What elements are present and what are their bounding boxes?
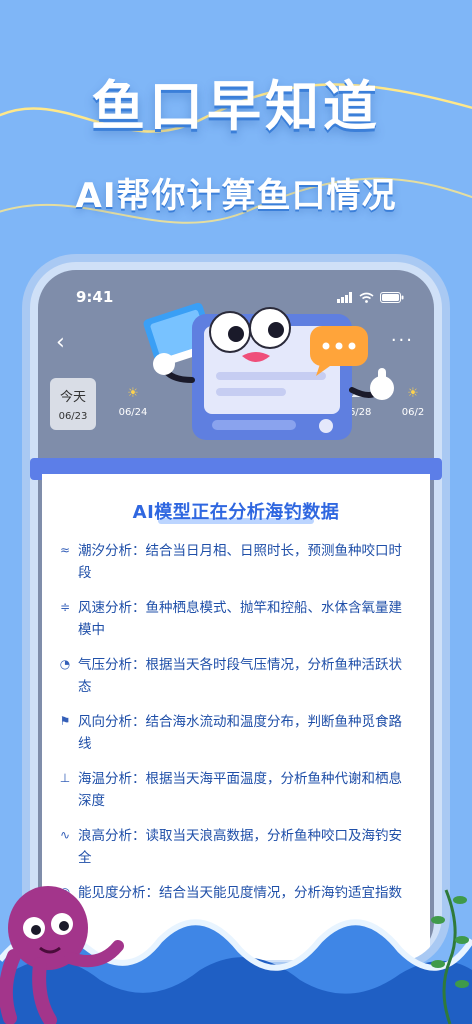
phone-mockup: 9:41 ‹ ··· 今天 06/23 ☀ 06/24 ☁ 06/28 ☀ 06…: [30, 262, 442, 962]
back-chevron-icon[interactable]: ‹: [56, 330, 65, 355]
wind-direction-icon: ⚑: [59, 714, 71, 728]
wave-icon: ∿: [59, 828, 71, 842]
item-text: 风速分析：鱼种栖息模式、抛竿和控船、水体含氧量建模中: [78, 600, 402, 638]
pressure-icon: ◔: [59, 657, 71, 671]
octopus-mascot: [0, 886, 124, 1024]
panel-title: AI模型正在分析海钓数据: [132, 502, 340, 523]
list-item: ≑ 风速分析：鱼种栖息模式、抛竿和控船、水体含氧量建模中: [58, 597, 414, 654]
item-text: 浪高分析：读取当天浪高数据，分析鱼种咬口及海钓安全: [78, 828, 402, 866]
list-item: ⊥ 海温分析：根据当天海平面温度，分析鱼种代谢和栖息深度: [58, 768, 414, 825]
day-label: 今天: [59, 390, 86, 405]
list-item: ◔ 气压分析：根据当天各时段气压情况，分析鱼种活跃状态: [58, 654, 414, 711]
thermometer-icon: ⊥: [59, 771, 71, 785]
hero-title: 鱼口早知道: [91, 75, 381, 138]
hero-subtitle: AI帮你计算鱼口情况: [75, 176, 397, 216]
wind-icon: ≑: [59, 600, 71, 614]
item-text: 海温分析：根据当天海平面温度，分析鱼种代谢和栖息深度: [78, 771, 402, 809]
tide-icon: ≈: [59, 543, 71, 557]
list-item: ⚑ 风向分析：结合海水流动和温度分布，判断鱼种觅食路线: [58, 711, 414, 768]
item-text: 气压分析：根据当天各时段气压情况，分析鱼种活跃状态: [78, 657, 402, 695]
seaweed-decoration: [431, 889, 469, 1024]
status-time: 9:41: [76, 288, 114, 306]
list-item: ≈ 潮汐分析：结合当日月相、日照时长，预测鱼种咬口时段: [58, 540, 414, 597]
day-date: 06/23: [58, 411, 88, 422]
item-text: 潮汐分析：结合当日月相、日照时长，预测鱼种咬口时段: [78, 543, 402, 581]
item-text: 风向分析：结合海水流动和温度分布，判断鱼种觅食路线: [78, 714, 402, 752]
tv-mascot-illustration: [143, 302, 394, 440]
day-card-today[interactable]: 今天 06/23: [50, 378, 96, 430]
